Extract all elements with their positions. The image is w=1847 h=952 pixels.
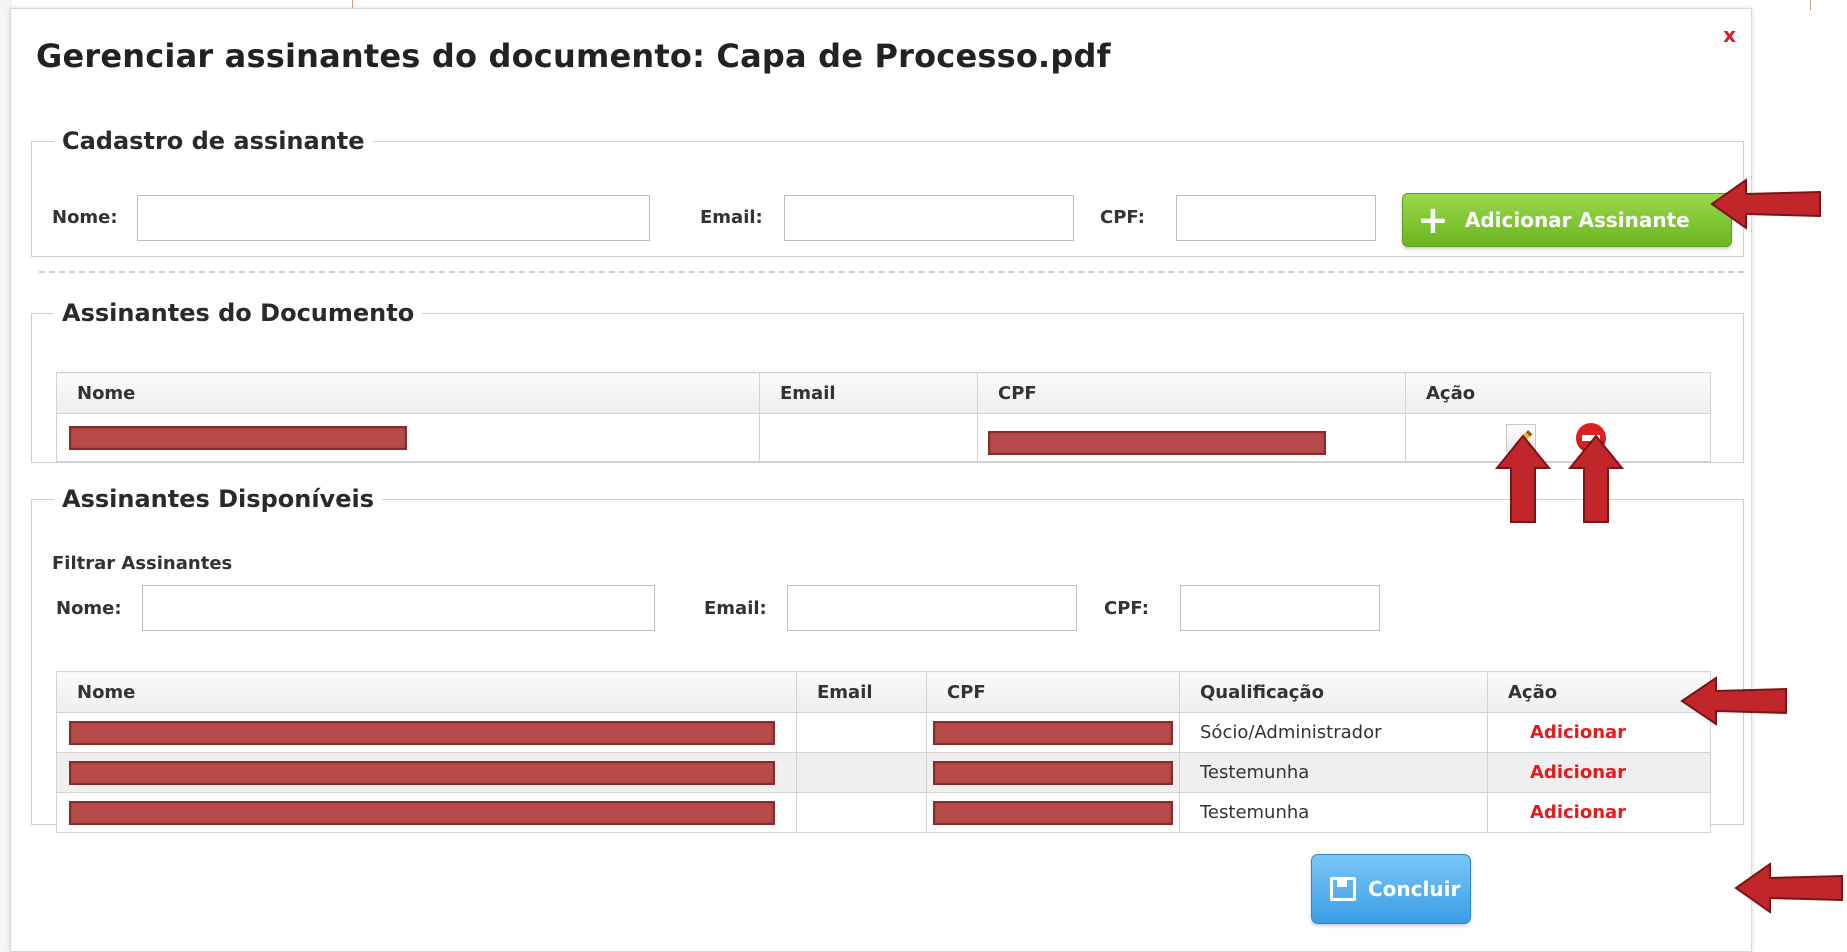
section-title: Assinantes Disponíveis xyxy=(62,485,374,513)
red-arrow-icon xyxy=(1680,676,1787,726)
email-cell xyxy=(796,712,927,753)
column-header: CPF xyxy=(977,372,1406,414)
add-link[interactable]: Adicionar xyxy=(1530,802,1626,823)
column-header: Nome xyxy=(56,671,797,713)
action-cell: Adicionar xyxy=(1487,752,1711,793)
table-header-row: Nome Email CPF Ação xyxy=(56,372,1711,414)
available-signers-table: Nome Email CPF Qualificação Ação Sócio/A… xyxy=(56,671,1711,833)
name-label: Nome: xyxy=(52,207,118,228)
email-cell xyxy=(796,752,927,793)
email-input[interactable] xyxy=(784,195,1074,241)
table-row: Testemunha Adicionar xyxy=(56,752,1711,793)
qualification-cell: Sócio/Administrador xyxy=(1179,712,1488,753)
table-row: Testemunha Adicionar xyxy=(56,792,1711,833)
cpf-input[interactable] xyxy=(1176,195,1376,241)
redacted-name xyxy=(69,425,407,450)
name-input[interactable] xyxy=(137,195,650,241)
email-cell xyxy=(796,792,927,833)
close-button[interactable]: x xyxy=(1723,23,1736,47)
divider xyxy=(1810,0,1811,10)
name-cell xyxy=(56,712,797,753)
cpf-cell xyxy=(926,712,1180,753)
filter-cpf-input[interactable] xyxy=(1180,585,1380,631)
column-header: Email xyxy=(796,671,927,713)
column-header: Nome xyxy=(56,372,760,414)
name-cell xyxy=(56,413,760,462)
red-arrow-icon xyxy=(1734,862,1843,914)
top-border xyxy=(0,0,1847,10)
column-header: Email xyxy=(759,372,978,414)
redacted-name xyxy=(69,760,775,785)
column-header: Qualificação xyxy=(1179,671,1488,713)
cpf-cell xyxy=(926,752,1180,793)
section-divider xyxy=(39,271,1744,273)
email-cell xyxy=(759,413,978,462)
filter-email-input[interactable] xyxy=(787,585,1077,631)
table-row: Sócio/Administrador Adicionar xyxy=(56,712,1711,753)
column-header: Ação xyxy=(1405,372,1711,414)
add-link[interactable]: Adicionar xyxy=(1530,762,1626,783)
document-signers-table: Nome Email CPF Ação xyxy=(56,372,1711,462)
table-row xyxy=(56,413,1711,462)
manage-signers-dialog: x Gerenciar assinantes do documento: Cap… xyxy=(10,8,1752,952)
email-label: Email: xyxy=(700,207,763,228)
redacted-cpf xyxy=(933,760,1173,785)
signer-registration-section: Cadastro de assinante Nome: Email: CPF: … xyxy=(31,127,1744,257)
filter-cpf-label: CPF: xyxy=(1104,598,1149,619)
name-cell xyxy=(56,792,797,833)
floppy-disk-icon xyxy=(1330,877,1356,901)
redacted-cpf xyxy=(933,720,1173,745)
red-arrow-icon xyxy=(1568,434,1624,523)
name-cell xyxy=(56,752,797,793)
add-signer-button[interactable]: + Adicionar Assinante xyxy=(1402,193,1732,247)
filter-name-input[interactable] xyxy=(142,585,655,631)
red-arrow-icon xyxy=(1495,434,1551,523)
section-title: Assinantes do Documento xyxy=(62,299,415,327)
qualification-cell: Testemunha xyxy=(1179,792,1488,833)
action-cell: Adicionar xyxy=(1487,792,1711,833)
concluir-button[interactable]: Concluir xyxy=(1311,854,1471,924)
redacted-name xyxy=(69,800,775,825)
document-signers-section: Assinantes do Documento Nome Email CPF A… xyxy=(31,299,1744,463)
filter-title: Filtrar Assinantes xyxy=(52,553,233,574)
qualification-cell: Testemunha xyxy=(1179,752,1488,793)
redacted-cpf xyxy=(988,430,1326,455)
concluir-label: Concluir xyxy=(1368,877,1461,901)
column-header: CPF xyxy=(926,671,1180,713)
cpf-cell xyxy=(977,413,1406,462)
redacted-name xyxy=(69,720,775,745)
available-signers-section: Assinantes Disponíveis Filtrar Assinante… xyxy=(31,485,1744,833)
cpf-label: CPF: xyxy=(1100,207,1145,228)
plus-icon: + xyxy=(1417,198,1449,242)
filter-email-label: Email: xyxy=(704,598,767,619)
section-title: Cadastro de assinante xyxy=(62,127,365,155)
dialog-title: Gerenciar assinantes do documento: Capa … xyxy=(36,37,1111,75)
redacted-cpf xyxy=(933,800,1173,825)
add-signer-label: Adicionar Assinante xyxy=(1464,208,1690,232)
action-cell xyxy=(1405,413,1711,462)
table-header-row: Nome Email CPF Qualificação Ação xyxy=(56,671,1711,713)
add-link[interactable]: Adicionar xyxy=(1530,722,1626,743)
filter-name-label: Nome: xyxy=(56,598,122,619)
cpf-cell xyxy=(926,792,1180,833)
red-arrow-icon xyxy=(1710,178,1821,230)
